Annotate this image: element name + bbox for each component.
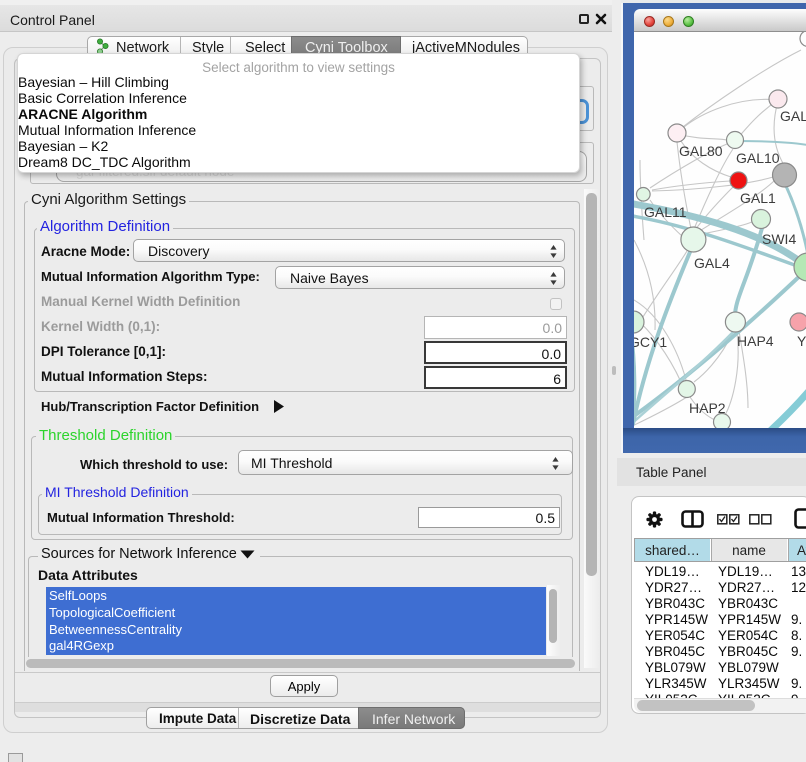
svg-text:GAL10: GAL10 (736, 150, 780, 166)
svg-text:GAL: GAL (780, 108, 806, 124)
svg-text:GAL80: GAL80 (679, 143, 723, 159)
svg-text:SWI4: SWI4 (762, 231, 796, 247)
svg-text:HAP2: HAP2 (689, 400, 726, 416)
svg-text:GCY1: GCY1 (634, 334, 667, 350)
svg-text:GAL4: GAL4 (694, 255, 730, 271)
svg-text:Y: Y (797, 333, 806, 349)
svg-text:GAL1: GAL1 (740, 190, 776, 206)
svg-text:HAP4: HAP4 (737, 333, 774, 349)
svg-text:GAL11: GAL11 (644, 204, 687, 220)
